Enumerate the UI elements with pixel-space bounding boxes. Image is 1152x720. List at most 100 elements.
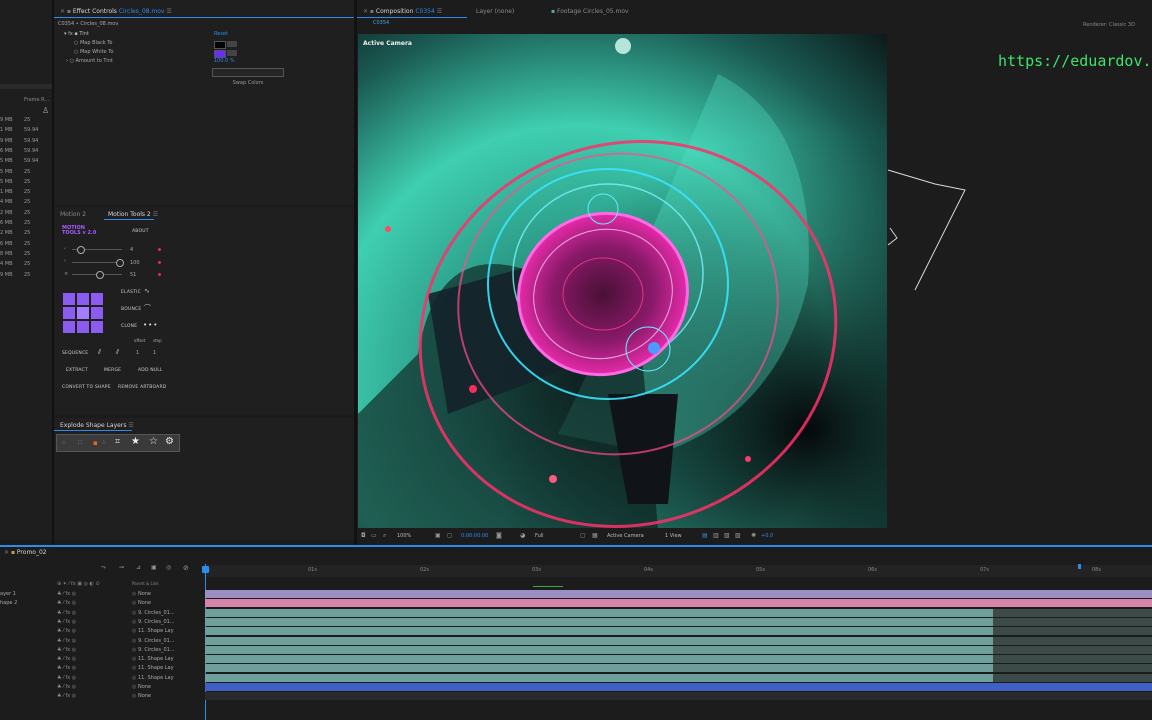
camera-select[interactable]: Active Camera <box>607 533 644 540</box>
white-swatch[interactable] <box>214 50 226 58</box>
sequence-button[interactable]: SEQUENCE <box>62 351 88 356</box>
layer-duration-bar[interactable] <box>205 590 1152 598</box>
flowchart-icon[interactable]: ♙ <box>42 106 49 115</box>
roi-icon[interactable]: ▢ <box>580 532 586 540</box>
monitor-icon[interactable]: ▭ <box>371 532 377 540</box>
gear-icon[interactable]: ⚙ <box>165 437 174 447</box>
tab-timeline[interactable]: ✕ ▪ Promo_02 <box>4 549 47 556</box>
reset-link[interactable]: Reset <box>214 31 228 38</box>
layer-switches[interactable]: ♣ ⁄ fx ◎ <box>57 693 76 699</box>
search-icon[interactable]: ⤳ <box>101 564 106 572</box>
resolution-select[interactable]: Full <box>535 533 544 540</box>
layer-name[interactable]: hape 2 <box>0 600 17 606</box>
toggle-icon[interactable]: ▨ <box>735 532 741 540</box>
comp-flow-icon[interactable]: ⊸ <box>119 564 124 572</box>
merge-button[interactable]: MERGE <box>104 368 121 373</box>
exposure-value[interactable]: +0.0 <box>761 533 773 540</box>
layer-row[interactable]: ♣ ⁄ fx ◎ ◎ 9. Circles_01... <box>0 608 1152 618</box>
elastic-button[interactable]: ELASTIC <box>121 290 141 295</box>
layer-row[interactable]: ayer 1 ♣ ⁄ fx ◎ ◎ None <box>0 590 1152 599</box>
grid-icon[interactable]: ▣ <box>435 532 441 540</box>
tab-effect-controls[interactable]: ✕ ▪ Effect Controls Circles_08.mov ☰ <box>60 8 172 15</box>
convert-to-shape-button[interactable]: CONVERT TO SHAPE <box>62 385 111 390</box>
keyframe-dot[interactable] <box>158 273 161 276</box>
parent-select[interactable]: ◎ 11. Shape Lay <box>132 628 174 634</box>
explode-icon[interactable]: ⁙ <box>77 439 83 447</box>
parent-select[interactable]: ◎ 11. Shape Lay <box>132 665 174 671</box>
tab-explode-shape-layers[interactable]: Explode Shape Layers ☰ <box>60 422 134 429</box>
zoom-icon[interactable]: ⌕ <box>383 532 386 540</box>
transparency-icon[interactable]: ▦ <box>592 532 598 540</box>
about-button[interactable]: ABOUT <box>132 229 149 234</box>
layer-row[interactable]: ♣ ⁄ fx ◎ ◎ None <box>0 692 1152 701</box>
slider-handle[interactable] <box>96 271 104 279</box>
zoom-select[interactable]: 100% <box>397 533 411 540</box>
layer-switches[interactable]: ♣ ⁄ fx ◎ <box>57 628 76 634</box>
clone-button[interactable]: CLONE <box>121 324 137 329</box>
offset-value[interactable]: 1 <box>136 350 139 357</box>
tab-motion-tools-2[interactable]: Motion Tools 2 ☰ <box>108 211 158 218</box>
parent-select[interactable]: ◎ 9. Circles_01... <box>132 638 175 644</box>
color-icon[interactable]: ◕ <box>520 532 525 540</box>
layer-row[interactable]: ♣ ⁄ fx ◎ ◎ 9. Circles_01... <box>0 645 1152 655</box>
slider-track[interactable] <box>72 262 122 263</box>
keyframe-dot[interactable] <box>158 248 161 251</box>
layer-row[interactable]: ♣ ⁄ fx ◎ ◎ 9. Circles_01... <box>0 636 1152 646</box>
layer-switches[interactable]: ♣ ⁄ fx ◎ <box>57 591 76 597</box>
comp-subtab[interactable]: C0354 <box>373 20 389 27</box>
layer-switches[interactable]: ♣ ⁄ fx ◎ <box>57 619 76 625</box>
parent-select[interactable]: ◎ None <box>132 591 151 597</box>
layer-duration-bar[interactable] <box>205 683 1152 691</box>
slider-value[interactable]: 51 <box>130 272 136 279</box>
star-outline-icon[interactable]: ☆ <box>149 437 158 447</box>
slider-handle[interactable] <box>116 259 124 267</box>
mask-icon[interactable]: ◻ <box>447 532 452 540</box>
layer-duration-bar[interactable] <box>205 608 993 617</box>
draft-3d-icon[interactable]: ⊿ <box>136 564 141 572</box>
anchor-point-grid[interactable] <box>63 293 103 333</box>
tab-composition[interactable]: ✕ ▪ Composition C0354 ☰ <box>363 8 442 15</box>
amount-value[interactable]: 100.0 % <box>214 58 235 65</box>
parent-select[interactable]: ◎ None <box>132 600 151 606</box>
slider-value[interactable]: 100 <box>130 260 140 267</box>
exposure-icon[interactable]: ✺ <box>751 532 756 540</box>
layer-duration-bar[interactable] <box>205 599 1152 608</box>
layer-duration-bar[interactable] <box>205 673 993 682</box>
layer-duration-bar[interactable] <box>205 645 993 654</box>
slider-value[interactable]: 4 <box>130 247 133 254</box>
comp-viewer[interactable]: Active Camera <box>358 34 887 528</box>
layer-row[interactable]: ♣ ⁄ fx ◎ ◎ 11. Shape Lay <box>0 673 1152 683</box>
bounce-button[interactable]: BOUNCE <box>121 307 141 312</box>
layer-row[interactable]: ♣ ⁄ fx ◎ ◎ 9. Circles_01... <box>0 617 1152 627</box>
layer-row[interactable]: ♣ ⁄ fx ◎ ◎ 11. Shape Lay <box>0 664 1152 673</box>
layer-duration-bar[interactable] <box>205 655 993 664</box>
frame-blend-icon[interactable]: ◎ <box>166 564 171 572</box>
playhead-handle[interactable] <box>202 566 209 573</box>
layer-switches[interactable]: ♣ ⁄ fx ◎ <box>57 610 76 616</box>
toggle-icon[interactable]: ▧ <box>724 532 730 540</box>
tab-footage[interactable]: ▪ Footage Circles_05.mov <box>551 8 629 15</box>
layer-duration-bar[interactable] <box>205 636 993 645</box>
shy-icon[interactable]: ▣ <box>151 564 157 572</box>
explode-icon[interactable]: ⁘ <box>61 439 67 447</box>
frame-icon[interactable]: ⌗ <box>115 438 120 447</box>
work-area-end-marker[interactable] <box>1078 564 1081 569</box>
merge-icon[interactable]: ▪ <box>93 439 98 447</box>
parent-select[interactable]: ◎ None <box>132 684 151 690</box>
layer-switches[interactable]: ♣ ⁄ fx ◎ <box>57 675 76 681</box>
layer-switches[interactable]: ♣ ⁄ fx ◎ <box>57 638 76 644</box>
eyedropper-icon[interactable] <box>227 41 237 47</box>
parent-select[interactable]: ◎ 11. Shape Lay <box>132 675 174 681</box>
layer-duration-bar[interactable] <box>205 617 993 626</box>
layer-row[interactable]: hape 2 ♣ ⁄ fx ◎ ◎ None <box>0 599 1152 608</box>
remove-artboard-button[interactable]: REMOVE ARTBOARD <box>118 385 166 390</box>
tab-motion-2[interactable]: Motion 2 <box>60 211 86 218</box>
layer-duration-bar[interactable] <box>205 664 993 673</box>
layer-row[interactable]: ♣ ⁄ fx ◎ ◎ None <box>0 683 1152 692</box>
layer-row[interactable]: ♣ ⁄ fx ◎ ◎ 11. Shape Lay <box>0 627 1152 636</box>
slider-handle[interactable] <box>77 246 85 254</box>
tab-layer[interactable]: Layer (none) <box>476 8 514 15</box>
layer-switches[interactable]: ♣ ⁄ fx ◎ <box>57 665 76 671</box>
keyframe-dot[interactable] <box>158 261 161 264</box>
step-value[interactable]: 1 <box>153 350 156 357</box>
